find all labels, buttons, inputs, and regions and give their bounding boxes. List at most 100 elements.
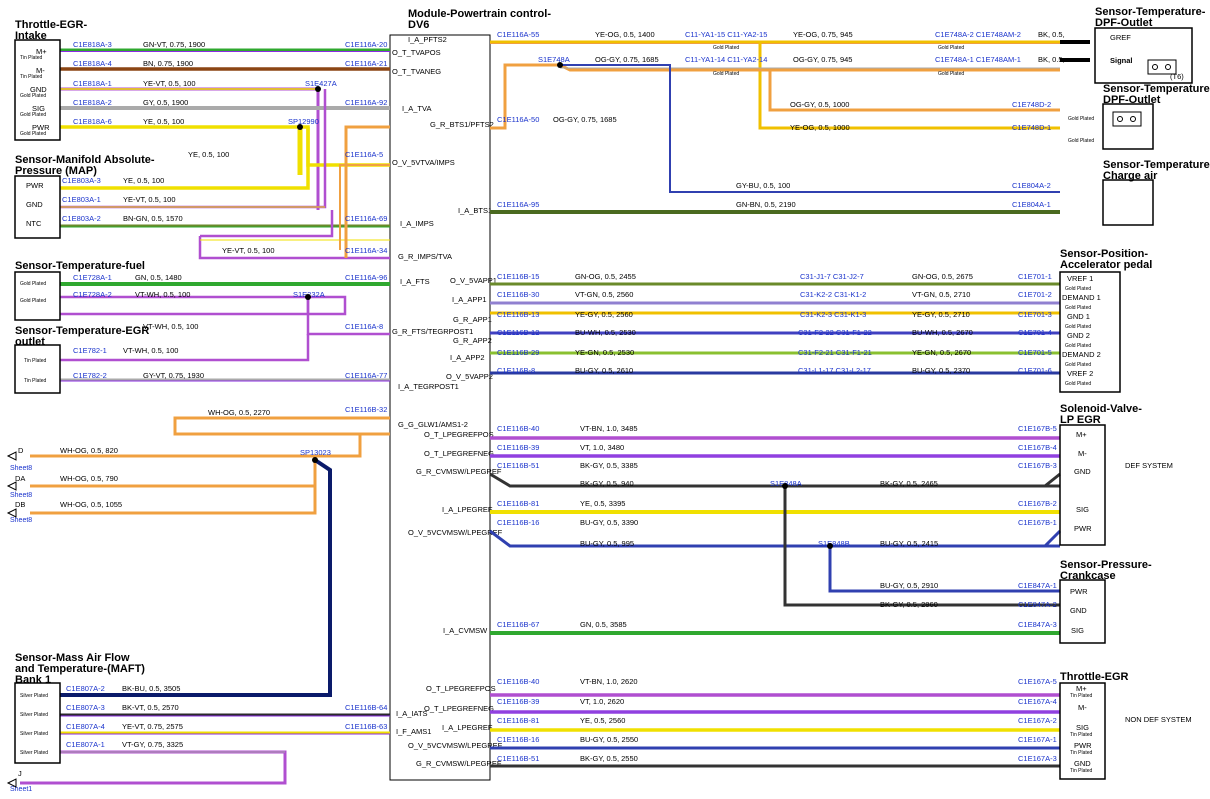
connector-id: C1E116A-50 xyxy=(497,115,539,124)
wire-spec: YE-VT, 0.5, 100 xyxy=(222,246,275,255)
note-label: (T6) xyxy=(1170,72,1184,81)
plating-label: Gold Plated xyxy=(1068,138,1094,144)
connector-id: C1E116B-13 xyxy=(497,310,539,319)
sig-label: O_T_LPEGREFPOS xyxy=(426,684,496,693)
wire-spec: YE, 0.5, 100 xyxy=(123,176,164,185)
connector-id: C1E167B-3 xyxy=(1018,461,1057,470)
splice-point xyxy=(827,543,833,549)
connector-id: C1E167B-2 xyxy=(1018,499,1057,508)
wire-spec: BK, 0.5, xyxy=(1038,30,1065,39)
splice-dots xyxy=(297,62,833,549)
connector-id: C1E116A-96 xyxy=(345,273,387,282)
connector-id: C1E701-4 xyxy=(1018,328,1052,337)
connector-id: C1E804A-2 xyxy=(1012,181,1051,190)
fuel-temp-box xyxy=(14,271,61,321)
splice-point xyxy=(315,86,321,92)
connector-id: C1E803A-1 xyxy=(62,195,101,204)
sig-label: G_R_CVMSW/LPEGREF xyxy=(416,467,502,476)
module-box xyxy=(389,34,491,781)
pin-label: M- xyxy=(1078,449,1087,458)
splice-point xyxy=(312,457,318,463)
wire-spec: YE-OG, 0.75, 945 xyxy=(793,30,853,39)
sig-label: I_A_IATS xyxy=(396,709,428,718)
wire-spec: VT-GN, 0.5, 2560 xyxy=(575,290,633,299)
sig-label: I_A_PFTS2 xyxy=(408,35,447,44)
sig-label: G_R_FTS/TEGRPOST1 xyxy=(392,327,473,336)
pin-label: GND xyxy=(1070,606,1087,615)
connector-id: C31-F2-22 C31-F1-22 xyxy=(798,328,872,337)
sig-label: I_A_APP1 xyxy=(452,295,487,304)
sig-label: I_A_BTS1 xyxy=(458,206,492,215)
sensor-terminal xyxy=(1152,64,1158,70)
connector-id: C1E807A-4 xyxy=(66,722,105,731)
wire-spec: YE-GY, 0.5, 2710 xyxy=(912,310,970,319)
pin-label: M+ xyxy=(1076,430,1087,439)
plating-label: Gold Plated xyxy=(713,71,739,77)
connector-id: C1E167A-1 xyxy=(1018,735,1057,744)
connector-id: C1E116A-8 xyxy=(345,322,383,331)
wire-spec: BU-GY, 0.5, 2610 xyxy=(575,366,633,375)
wire-spec: BK, 0.5, xyxy=(1038,55,1065,64)
connector-id: C1E782-1 xyxy=(73,346,107,355)
sig-label: G_R_BTS1/PFTS2 xyxy=(430,120,494,129)
splice-point xyxy=(782,483,788,489)
connector-id: C1E818A-3 xyxy=(73,40,112,49)
connector-id: C31-F2-21 C31-F1-21 xyxy=(798,348,872,357)
splice-point xyxy=(297,124,303,130)
crankcase-title-2: Crankcase xyxy=(1060,570,1116,582)
plating-label: Tin Plated xyxy=(24,378,47,384)
pin-labels: M+ Tin Plated M- Tin Plated GND Gold Pla… xyxy=(20,33,1192,774)
connector-id: C1E782-2 xyxy=(73,371,107,380)
connector-id: C1E116B-12 xyxy=(497,328,539,337)
plating-label: Gold Plated xyxy=(1065,381,1091,387)
wire-spec: BU-WH, 0.5, 2670 xyxy=(912,328,973,337)
pin-label: GND 1 xyxy=(1067,312,1090,321)
sheet-link[interactable]: Sheet1 xyxy=(10,786,32,793)
connector-id: C1E728A-1 xyxy=(73,273,112,282)
sheet-link[interactable]: Sheet8 xyxy=(10,465,32,472)
wire-spec: OG-GY, 0.5, 1000 xyxy=(790,100,849,109)
wire-spec: BU-GY, 0.5, 3390 xyxy=(580,518,638,527)
wire-spec: WH-OG, 0.5, 1055 xyxy=(60,500,122,509)
wire-spec: BK-GY, 0.5, 3385 xyxy=(580,461,638,470)
sig-label: O_T_TVAPOS xyxy=(392,48,441,57)
splice-id: S1E427A xyxy=(305,79,337,88)
pin-label: PWR xyxy=(1074,741,1092,750)
connector-id: C1E167A-5 xyxy=(1018,677,1057,686)
plating-label: Tin Plated xyxy=(20,74,43,80)
dpf-outlet-1-title-2: DPF-Outlet xyxy=(1095,17,1153,29)
plating-label: Gold Plated xyxy=(20,131,46,137)
pin-label: PWR xyxy=(26,181,44,190)
plating-label: Gold Plated xyxy=(20,298,46,304)
sig-label: I_A_TEGRPOST1 xyxy=(398,382,459,391)
wire-spec: BN-GN, 0.5, 1570 xyxy=(123,214,183,223)
sheet-link[interactable]: Sheet8 xyxy=(10,492,32,499)
connector-id: C1E701-5 xyxy=(1018,348,1052,357)
connector-id: C1E116A-34 xyxy=(345,246,387,255)
plating-label: Tin Plated xyxy=(1070,750,1093,756)
pin-label: PWR xyxy=(1070,587,1088,596)
connector-id: C1E818A-1 xyxy=(73,79,112,88)
component-boxes xyxy=(14,27,1193,780)
connector-id: C1E116A-55 xyxy=(497,30,539,39)
plating-label: Gold Plated xyxy=(713,45,739,51)
connector-id: C1E701-3 xyxy=(1018,310,1052,319)
pin-label: VREF 1 xyxy=(1067,274,1093,283)
wire-spec: YE-VT, 0.75, 2575 xyxy=(122,722,183,731)
connector-id: C1E818A-6 xyxy=(73,117,112,126)
wire-spec: VT-GY, 0.75, 3325 xyxy=(122,740,183,749)
connector-id: C1E116B-40 xyxy=(497,677,539,686)
connector-id: C1E116A-20 xyxy=(345,40,387,49)
connector-id: C1E804A-1 xyxy=(1012,200,1051,209)
connector-id: C1E167B-5 xyxy=(1018,424,1057,433)
connector-id: C1E807A-3 xyxy=(66,703,105,712)
sheet-link[interactable]: Sheet8 xyxy=(10,517,32,524)
maft-title-3: Bank 1 xyxy=(15,674,51,686)
plating-label: Tin Plated xyxy=(20,55,43,61)
wire-spec: VT-WH, 0.5, 100 xyxy=(123,346,178,355)
wire-spec: YE-GN, 0.5, 2530 xyxy=(575,348,634,357)
right-wires xyxy=(489,40,1090,768)
wire-spec: GN-BN, 0.5, 2190 xyxy=(736,200,796,209)
plating-label: Gold Plated xyxy=(938,71,964,77)
wire-spec: BU-GY, 0.5, 995 xyxy=(580,539,634,548)
